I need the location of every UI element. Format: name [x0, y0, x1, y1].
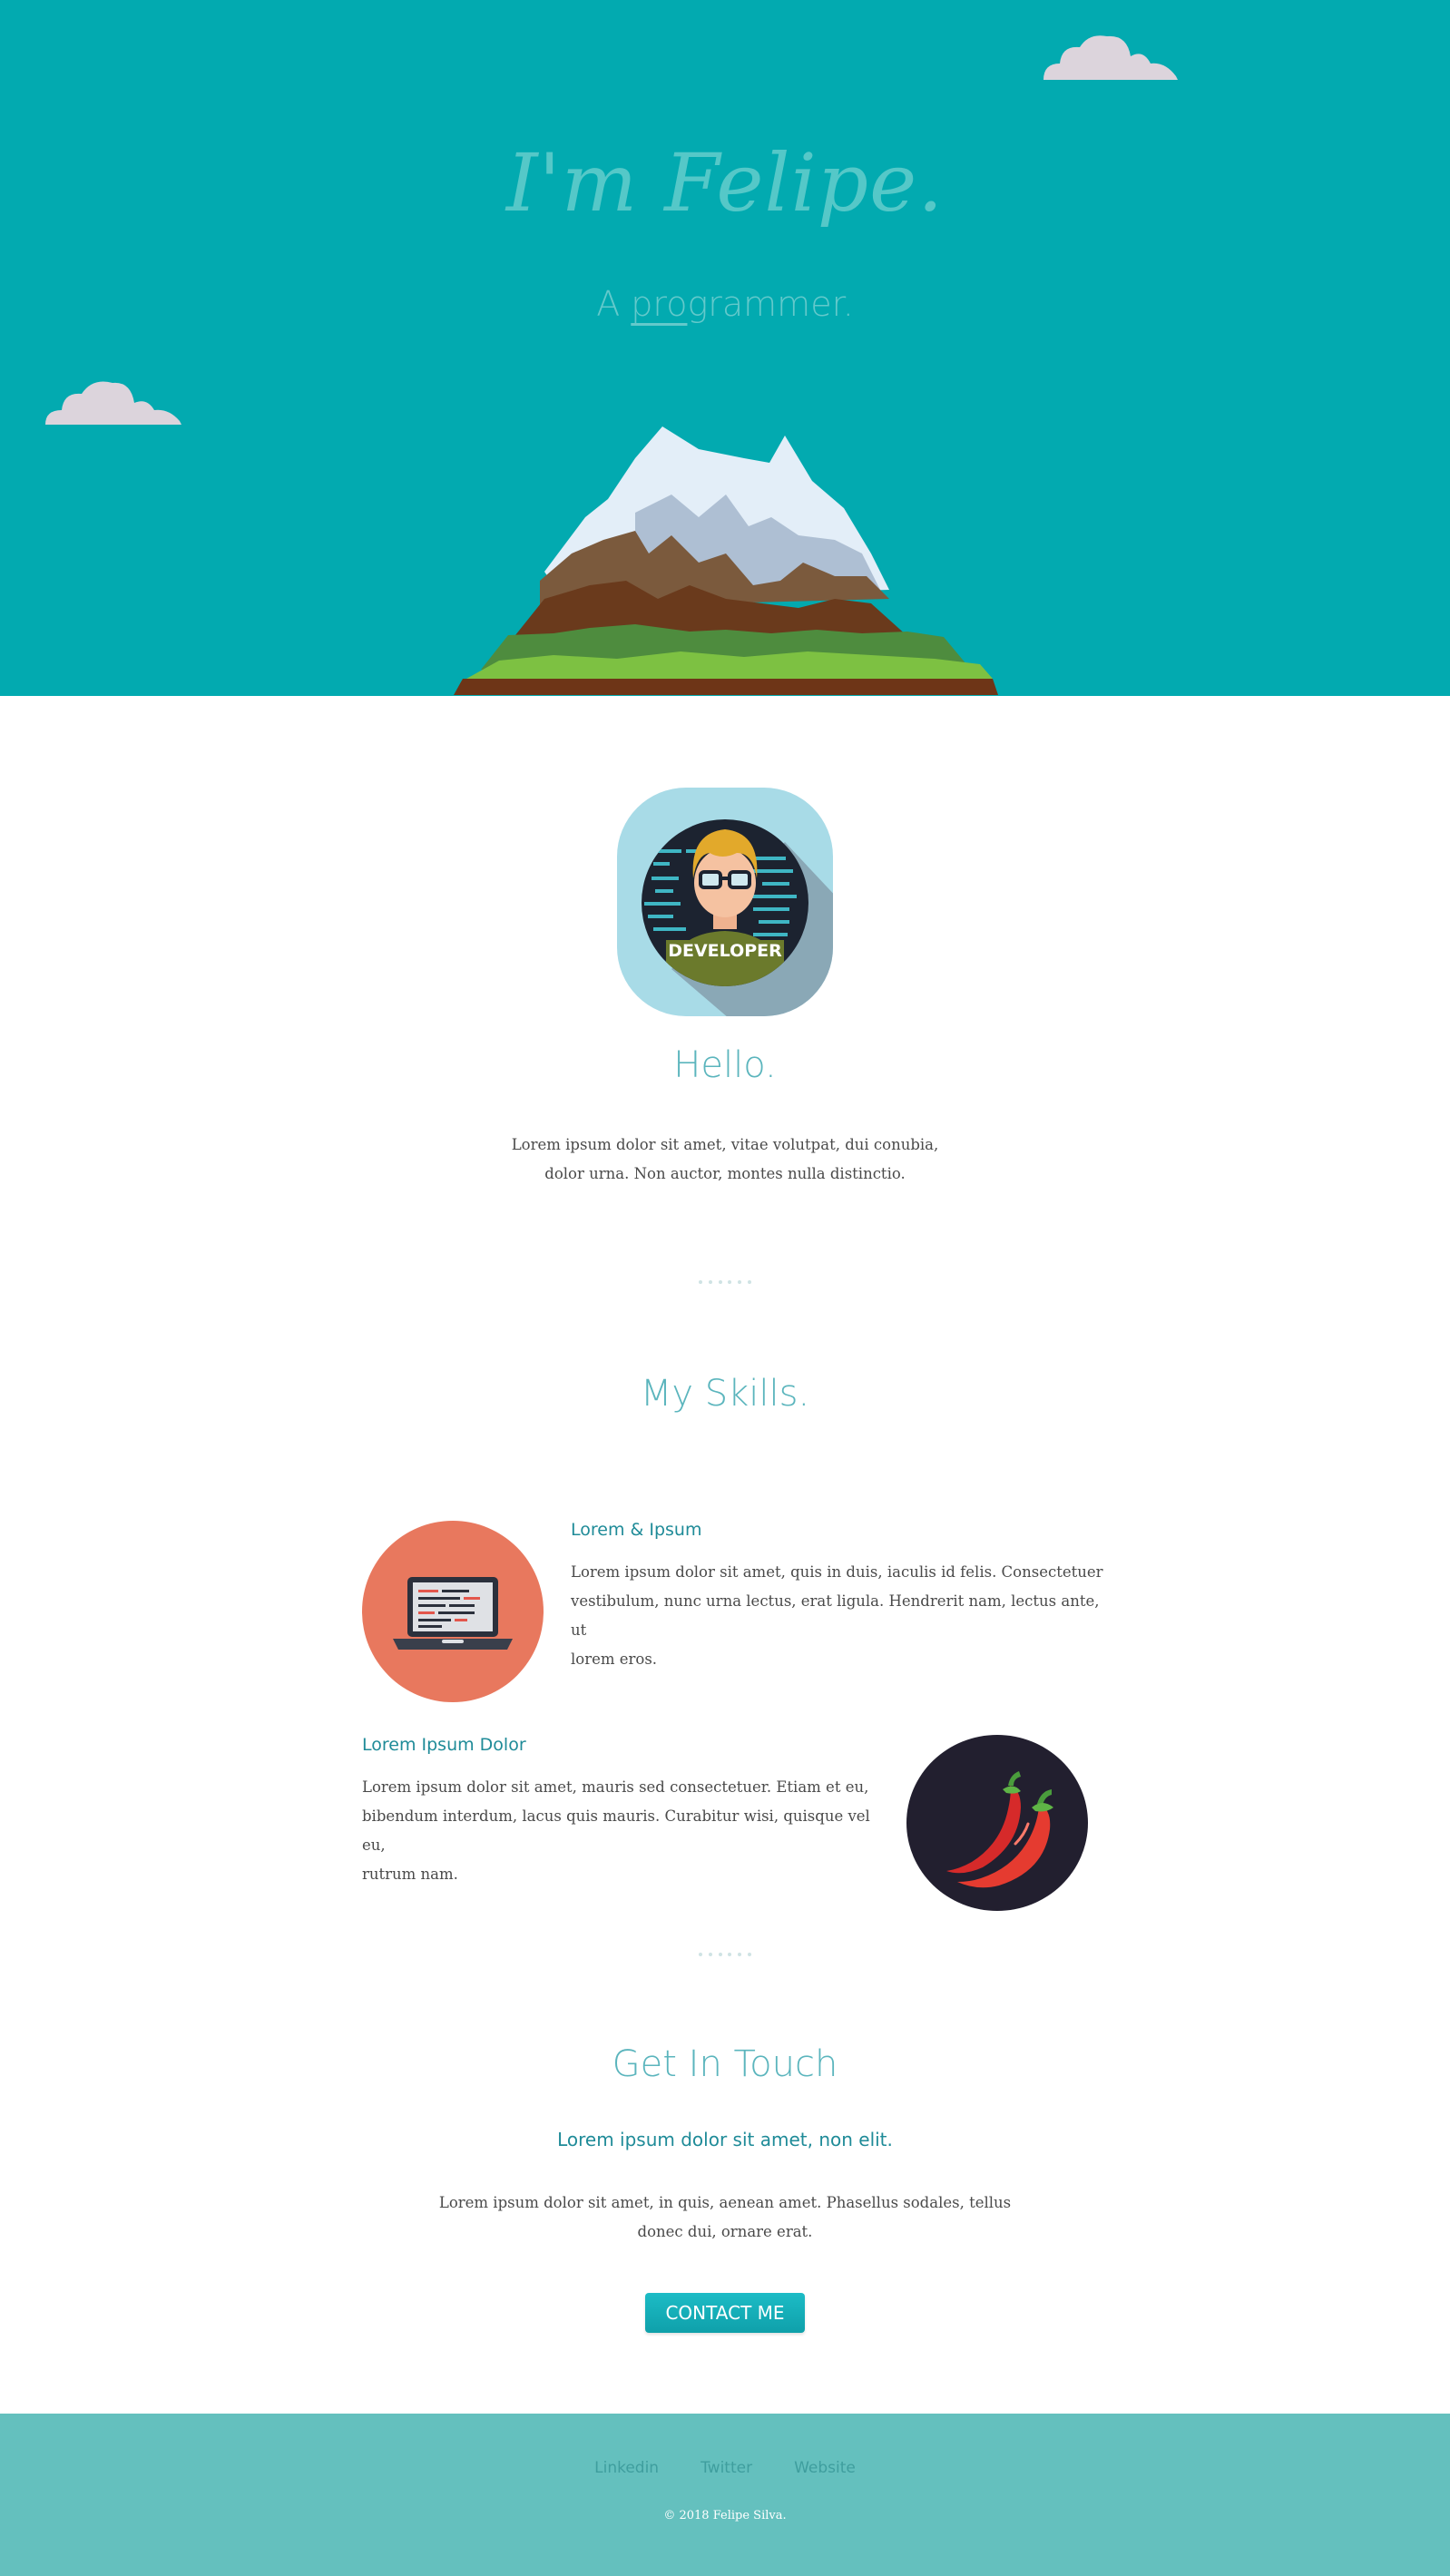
- section-divider: [699, 1953, 751, 1956]
- section-divider: [699, 1280, 751, 1284]
- contact-heading: Get In Touch: [612, 2043, 838, 2085]
- contact-subheading: Lorem ipsum dolor sit amet, non elit.: [557, 2129, 893, 2150]
- cloud-icon: [45, 381, 181, 425]
- footer-link-twitter[interactable]: Twitter: [701, 2459, 752, 2477]
- footer-links: Linkedin Twitter Website: [0, 2459, 1450, 2477]
- skill-description: Lorem ipsum dolor sit amet, quis in duis…: [571, 1558, 1106, 1674]
- chili-pepper-icon: [906, 1735, 1088, 1911]
- hello-text-line: dolor urna. Non auctor, montes nulla dis…: [544, 1165, 906, 1182]
- avatar-badge: DEVELOPER: [668, 941, 782, 961]
- contact-text: Lorem ipsum dolor sit amet, in quis, aen…: [0, 2189, 1450, 2247]
- skill-title: Lorem Ipsum Dolor: [362, 1735, 526, 1755]
- developer-avatar: DEVELOPER: [617, 788, 833, 1016]
- hero-subtitle: A programmer.: [0, 284, 1450, 324]
- skill-text-line: bibendum interdum, lacus quis mauris. Cu…: [362, 1807, 870, 1854]
- hero-title: I'm Felipe.: [505, 136, 945, 230]
- contact-text-line: donec dui, ornare erat.: [637, 2223, 813, 2240]
- skill-text-line: Lorem ipsum dolor sit amet, quis in duis…: [571, 1563, 1103, 1581]
- hero-section: I'm Felipe. A programmer.: [0, 0, 1450, 696]
- skill-description: Lorem ipsum dolor sit amet, mauris sed c…: [362, 1773, 888, 1889]
- subtitle-prefix: A: [596, 284, 632, 324]
- skill-text-line: lorem eros.: [571, 1650, 658, 1668]
- laptop-icon: [362, 1521, 544, 1702]
- skill-text-line: rutrum nam.: [362, 1866, 458, 1883]
- hello-heading: Hello.: [673, 1044, 777, 1086]
- skill-text-line: vestibulum, nunc urna lectus, erat ligul…: [571, 1592, 1100, 1639]
- footer-copyright: © 2018 Felipe Silva.: [663, 2509, 787, 2522]
- footer-link-linkedin[interactable]: Linkedin: [594, 2459, 659, 2477]
- skills-heading: My Skills.: [640, 1373, 810, 1415]
- hello-text-line: Lorem ipsum dolor sit amet, vitae volutp…: [511, 1136, 939, 1153]
- footer-link-website[interactable]: Website: [794, 2459, 856, 2477]
- contact-me-button[interactable]: CONTACT ME: [645, 2293, 805, 2333]
- subtitle-typed: pro: [631, 284, 688, 324]
- skill-title: Lorem & Ipsum: [571, 1520, 702, 1540]
- skill-text-line: Lorem ipsum dolor sit amet, mauris sed c…: [362, 1778, 869, 1796]
- subtitle-rest: grammer.: [687, 284, 854, 324]
- mountain-illustration: [454, 426, 998, 695]
- hello-text: Lorem ipsum dolor sit amet, vitae volutp…: [0, 1131, 1450, 1189]
- footer: Linkedin Twitter Website © 2018 Felipe S…: [0, 2414, 1450, 2576]
- contact-text-line: Lorem ipsum dolor sit amet, in quis, aen…: [438, 2194, 1012, 2211]
- cloud-icon: [1043, 35, 1178, 80]
